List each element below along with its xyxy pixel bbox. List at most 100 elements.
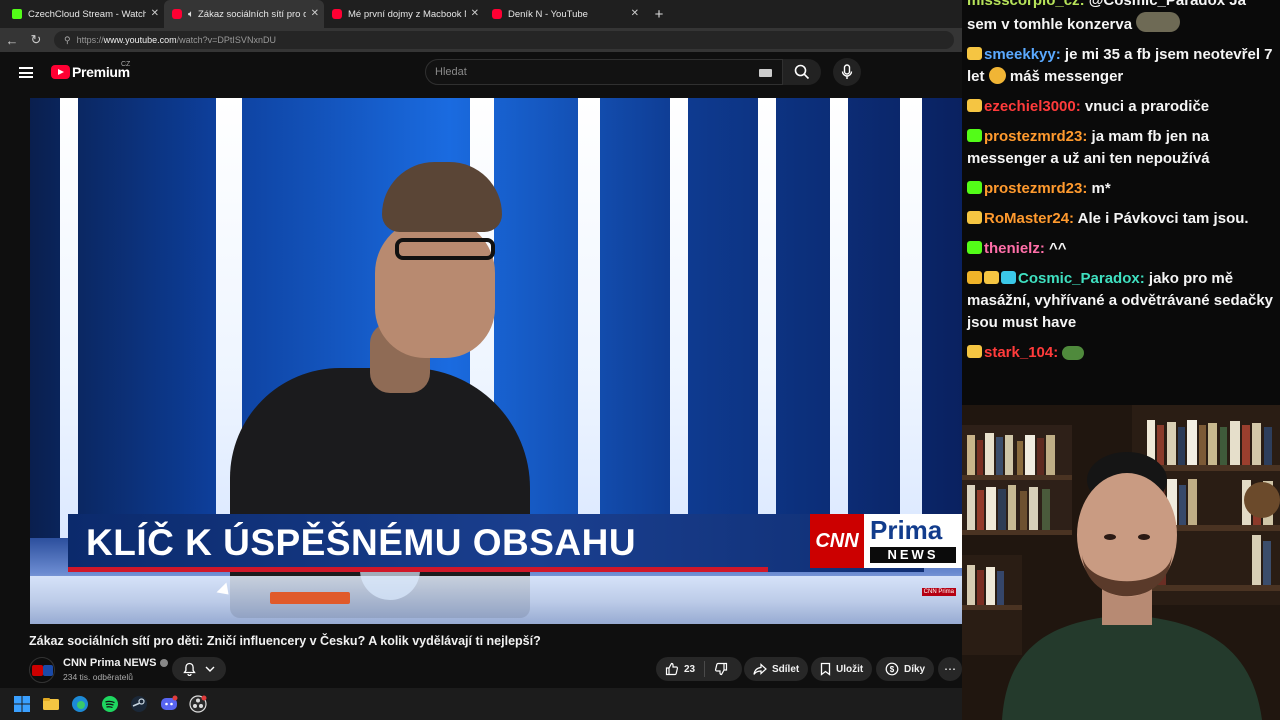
spotify-icon[interactable] <box>101 695 119 713</box>
chat-username[interactable]: missscorpio_cz <box>967 0 1080 9</box>
more-icon: ⋯ <box>944 662 956 676</box>
chat-colon: : <box>1082 180 1092 197</box>
chat-username[interactable]: smeekkyy <box>984 46 1056 63</box>
video-title: Zákaz sociálních sítí pro děti: Zničí in… <box>29 634 541 648</box>
file-explorer-icon[interactable] <box>42 695 60 713</box>
thanks-dollar-icon: $ <box>885 662 899 676</box>
chat-text: vnuci a prarodiče <box>1084 98 1210 115</box>
chat-username[interactable]: Cosmic_Paradox <box>1018 270 1140 287</box>
channel-avatar[interactable] <box>29 657 55 683</box>
reload-icon[interactable]: ↻ <box>24 32 48 48</box>
chat-message: stark_104: <box>967 342 1276 364</box>
tab-deniknn[interactable]: Deník N - YouTube ✕ <box>484 0 644 28</box>
streamer-eye <box>1104 534 1116 540</box>
edge-browser-icon[interactable] <box>71 695 89 713</box>
tab-title: Zákaz sociálních sítí pro děti: <box>198 8 306 20</box>
site-info-icon[interactable]: ⚲ <box>64 35 71 46</box>
lower-third-headline: KLÍČ K ÚSPĚŠNÉMU OBSAHU <box>86 522 637 563</box>
save-label: Uložit <box>836 663 864 675</box>
thumbs-down-icon[interactable] <box>714 662 728 676</box>
verified-icon <box>159 659 168 668</box>
tab-close-icon[interactable]: ✕ <box>151 8 159 19</box>
sub-badge-icon <box>967 345 982 358</box>
url-field[interactable]: ⚲ https://www.youtube.com/watch?v=DPtISV… <box>54 31 954 49</box>
tab-macbook[interactable]: Mé první dojmy z Macbook Neo. ✕ <box>324 0 484 28</box>
chat-message: prostezmrd23: ja mam fb jen na messenger… <box>967 126 1276 170</box>
keyboard-icon[interactable] <box>759 69 772 77</box>
set-stripe <box>578 98 600 568</box>
chevron-down-icon <box>205 666 215 672</box>
chat-username[interactable]: prostezmrd23 <box>984 180 1082 197</box>
streamer-webcam <box>962 405 1280 720</box>
save-button[interactable]: Uložit <box>811 657 873 681</box>
chat-colon: : <box>1053 344 1063 361</box>
chat-colon: : <box>1069 210 1078 227</box>
back-icon[interactable]: ← <box>0 33 24 48</box>
chat-username[interactable]: stark_104 <box>984 344 1053 361</box>
set-stripe <box>670 98 688 568</box>
sub-badge-icon <box>967 241 982 254</box>
chat-message: missscorpio_cz: @Cosmic_Paradox Ja sem v… <box>967 0 1276 36</box>
like-count[interactable]: 23 <box>684 664 695 675</box>
new-tab-button[interactable]: + <box>648 6 670 23</box>
subscriber-count: 234 tis. odběratelů <box>63 672 133 682</box>
svg-text:$: $ <box>890 665 895 674</box>
kick-icon <box>12 9 22 19</box>
chat-colon: : <box>1039 240 1050 257</box>
tab-close-icon[interactable]: ✕ <box>311 8 319 19</box>
thumbs-up-icon[interactable] <box>665 662 679 676</box>
discord-icon[interactable] <box>160 695 178 713</box>
like-dislike-group: 23 <box>656 657 742 681</box>
tab-close-icon[interactable]: ✕ <box>631 8 639 19</box>
region-label: CZ <box>121 61 131 68</box>
lower-third-red-line <box>68 567 768 572</box>
sub-badge-icon <box>967 47 982 60</box>
search-input[interactable]: Hledat <box>425 59 783 85</box>
konzerva-emote-icon <box>1136 12 1181 32</box>
chat-username[interactable]: ezechiel3000 <box>984 98 1076 115</box>
set-stripe <box>60 98 78 568</box>
chat-message: ezechiel3000: vnuci a prarodiče <box>967 96 1276 118</box>
bell-icon <box>183 662 196 676</box>
channel-name[interactable]: CNN Prima NEWS <box>63 657 168 669</box>
tab-czechcloud[interactable]: CzechCloud Stream - Watch Live o ✕ <box>4 0 164 28</box>
chat-colon: : <box>1075 98 1085 115</box>
obs-icon[interactable] <box>189 695 207 713</box>
more-actions-button[interactable]: ⋯ <box>938 657 962 681</box>
tab-close-icon[interactable]: ✕ <box>471 8 479 19</box>
windows-start-icon[interactable] <box>13 695 31 713</box>
tab-youtube-active[interactable]: 🔈︎ Zákaz sociálních sítí pro děti: ✕ <box>164 0 324 28</box>
thanks-button[interactable]: $ Díky <box>876 657 935 681</box>
channel-name-text: CNN Prima NEWS <box>63 657 157 669</box>
frog-emote-icon <box>1062 346 1085 360</box>
webcam-scene <box>962 405 1280 720</box>
tab-title: Deník N - YouTube <box>508 8 588 20</box>
microphone-icon <box>841 64 853 79</box>
search-placeholder: Hledat <box>435 66 467 78</box>
sub-badge-icon <box>967 129 982 142</box>
steam-icon[interactable] <box>130 695 148 713</box>
search-icon <box>794 64 810 80</box>
share-button[interactable]: Sdílet <box>744 657 809 681</box>
youtube-logo-icon[interactable] <box>51 65 70 79</box>
share-label: Sdílet <box>772 663 800 675</box>
glass-desk <box>30 576 962 624</box>
chat-username[interactable]: RoMaster24 <box>984 210 1069 227</box>
crown-badge-icon <box>967 271 982 284</box>
subscription-bell-button[interactable] <box>172 657 226 681</box>
address-bar: ← ↻ ⚲ https://www.youtube.com/watch?v=DP… <box>0 28 962 52</box>
desk-book <box>270 592 350 604</box>
chat-message: Cosmic_Paradox: jako pro mě masážní, vyh… <box>967 268 1276 334</box>
chat-username[interactable]: thenielz <box>984 240 1040 257</box>
speaker-icon[interactable]: 🔈︎ <box>188 9 194 20</box>
hamburger-menu-icon[interactable] <box>19 67 33 78</box>
url-path: /watch?v=DPtISVNxnDU <box>176 35 276 45</box>
search-button[interactable] <box>783 59 821 85</box>
video-player[interactable]: KLÍČ K ÚSPĚŠNÉMU OBSAHU CNN Prima NEWS C… <box>30 98 962 624</box>
thanks-label: Díky <box>904 663 926 675</box>
chat-username[interactable]: prostezmrd23 <box>984 128 1082 145</box>
streamer-eye <box>1138 534 1150 540</box>
voice-search-button[interactable] <box>833 58 861 86</box>
sub-badge-icon <box>984 271 999 284</box>
youtube-icon <box>492 9 502 19</box>
